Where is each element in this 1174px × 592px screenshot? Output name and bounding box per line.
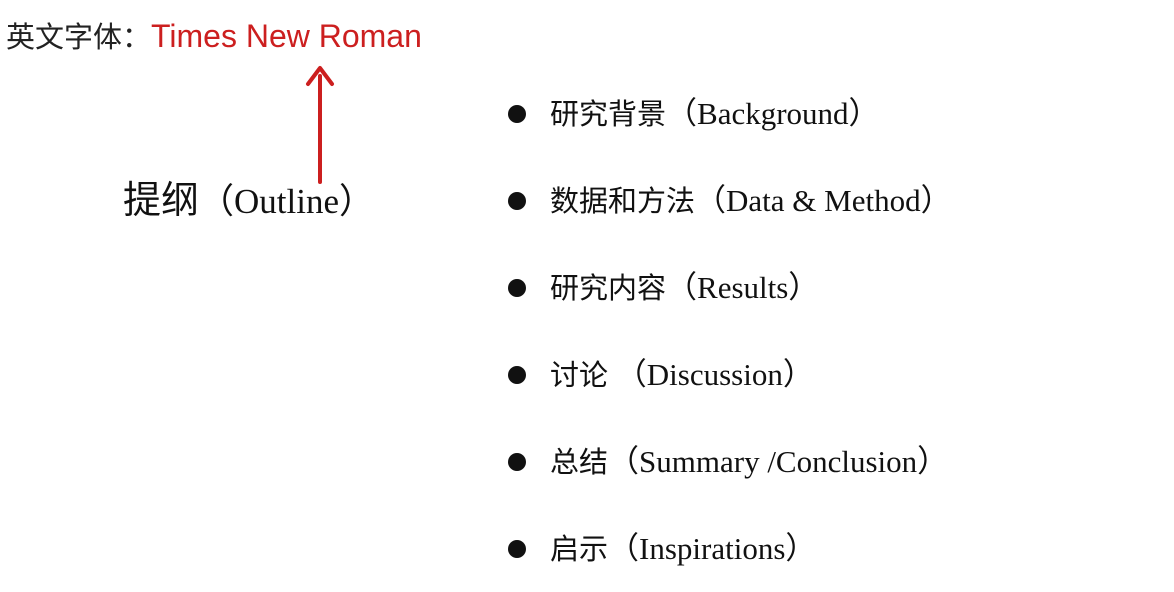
list-item-label-zh: 讨论 — [550, 357, 609, 392]
list-item-data-method: 数据和方法（Data & Method） — [508, 157, 952, 244]
list-item-label-zh: 研究内容 — [550, 270, 667, 305]
list-item-label-en: （Summary /Conclusion） — [608, 443, 949, 479]
list-item-inspirations: 启示（Inspirations） — [508, 505, 952, 592]
outline-title: 提纲（Outline） — [123, 170, 374, 230]
list-item-label-zh: 总结 — [550, 444, 609, 479]
up-arrow-icon — [306, 66, 334, 184]
font-annotation: 英文字体：Times New Roman — [6, 14, 422, 58]
list-item-summary: 总结（Summary /Conclusion） — [508, 418, 952, 505]
list-item-discussion: 讨论 （Discussion） — [508, 331, 952, 418]
bullet-icon — [508, 539, 526, 558]
bullet-icon — [508, 104, 526, 123]
list-item-label-en: （Results） — [666, 269, 820, 305]
list-item-label-zh: 研究背景 — [550, 96, 667, 131]
list-item-label-en: （Background） — [666, 95, 880, 131]
bullet-icon — [508, 365, 526, 384]
bullet-icon — [508, 278, 526, 297]
outline-list: 研究背景（Background） 数据和方法（Data & Method） 研究… — [508, 70, 952, 592]
list-item-label-zh: 数据和方法 — [550, 183, 696, 218]
bullet-icon — [508, 452, 526, 471]
bullet-icon — [508, 191, 526, 210]
list-item-label-en: （Data & Method） — [695, 182, 952, 218]
list-item-label-en: （Inspirations） — [608, 530, 817, 566]
font-annotation-label: 英文字体： — [6, 20, 152, 54]
font-annotation-value: Times New Roman — [151, 18, 422, 54]
list-item-background: 研究背景（Background） — [508, 70, 952, 157]
outline-title-zh: 提纲 — [123, 178, 200, 222]
list-item-label-en: （Discussion） — [608, 356, 814, 392]
list-item-label-zh: 启示 — [550, 531, 609, 566]
outline-title-en: （Outline） — [199, 182, 374, 221]
list-item-results: 研究内容（Results） — [508, 244, 952, 331]
